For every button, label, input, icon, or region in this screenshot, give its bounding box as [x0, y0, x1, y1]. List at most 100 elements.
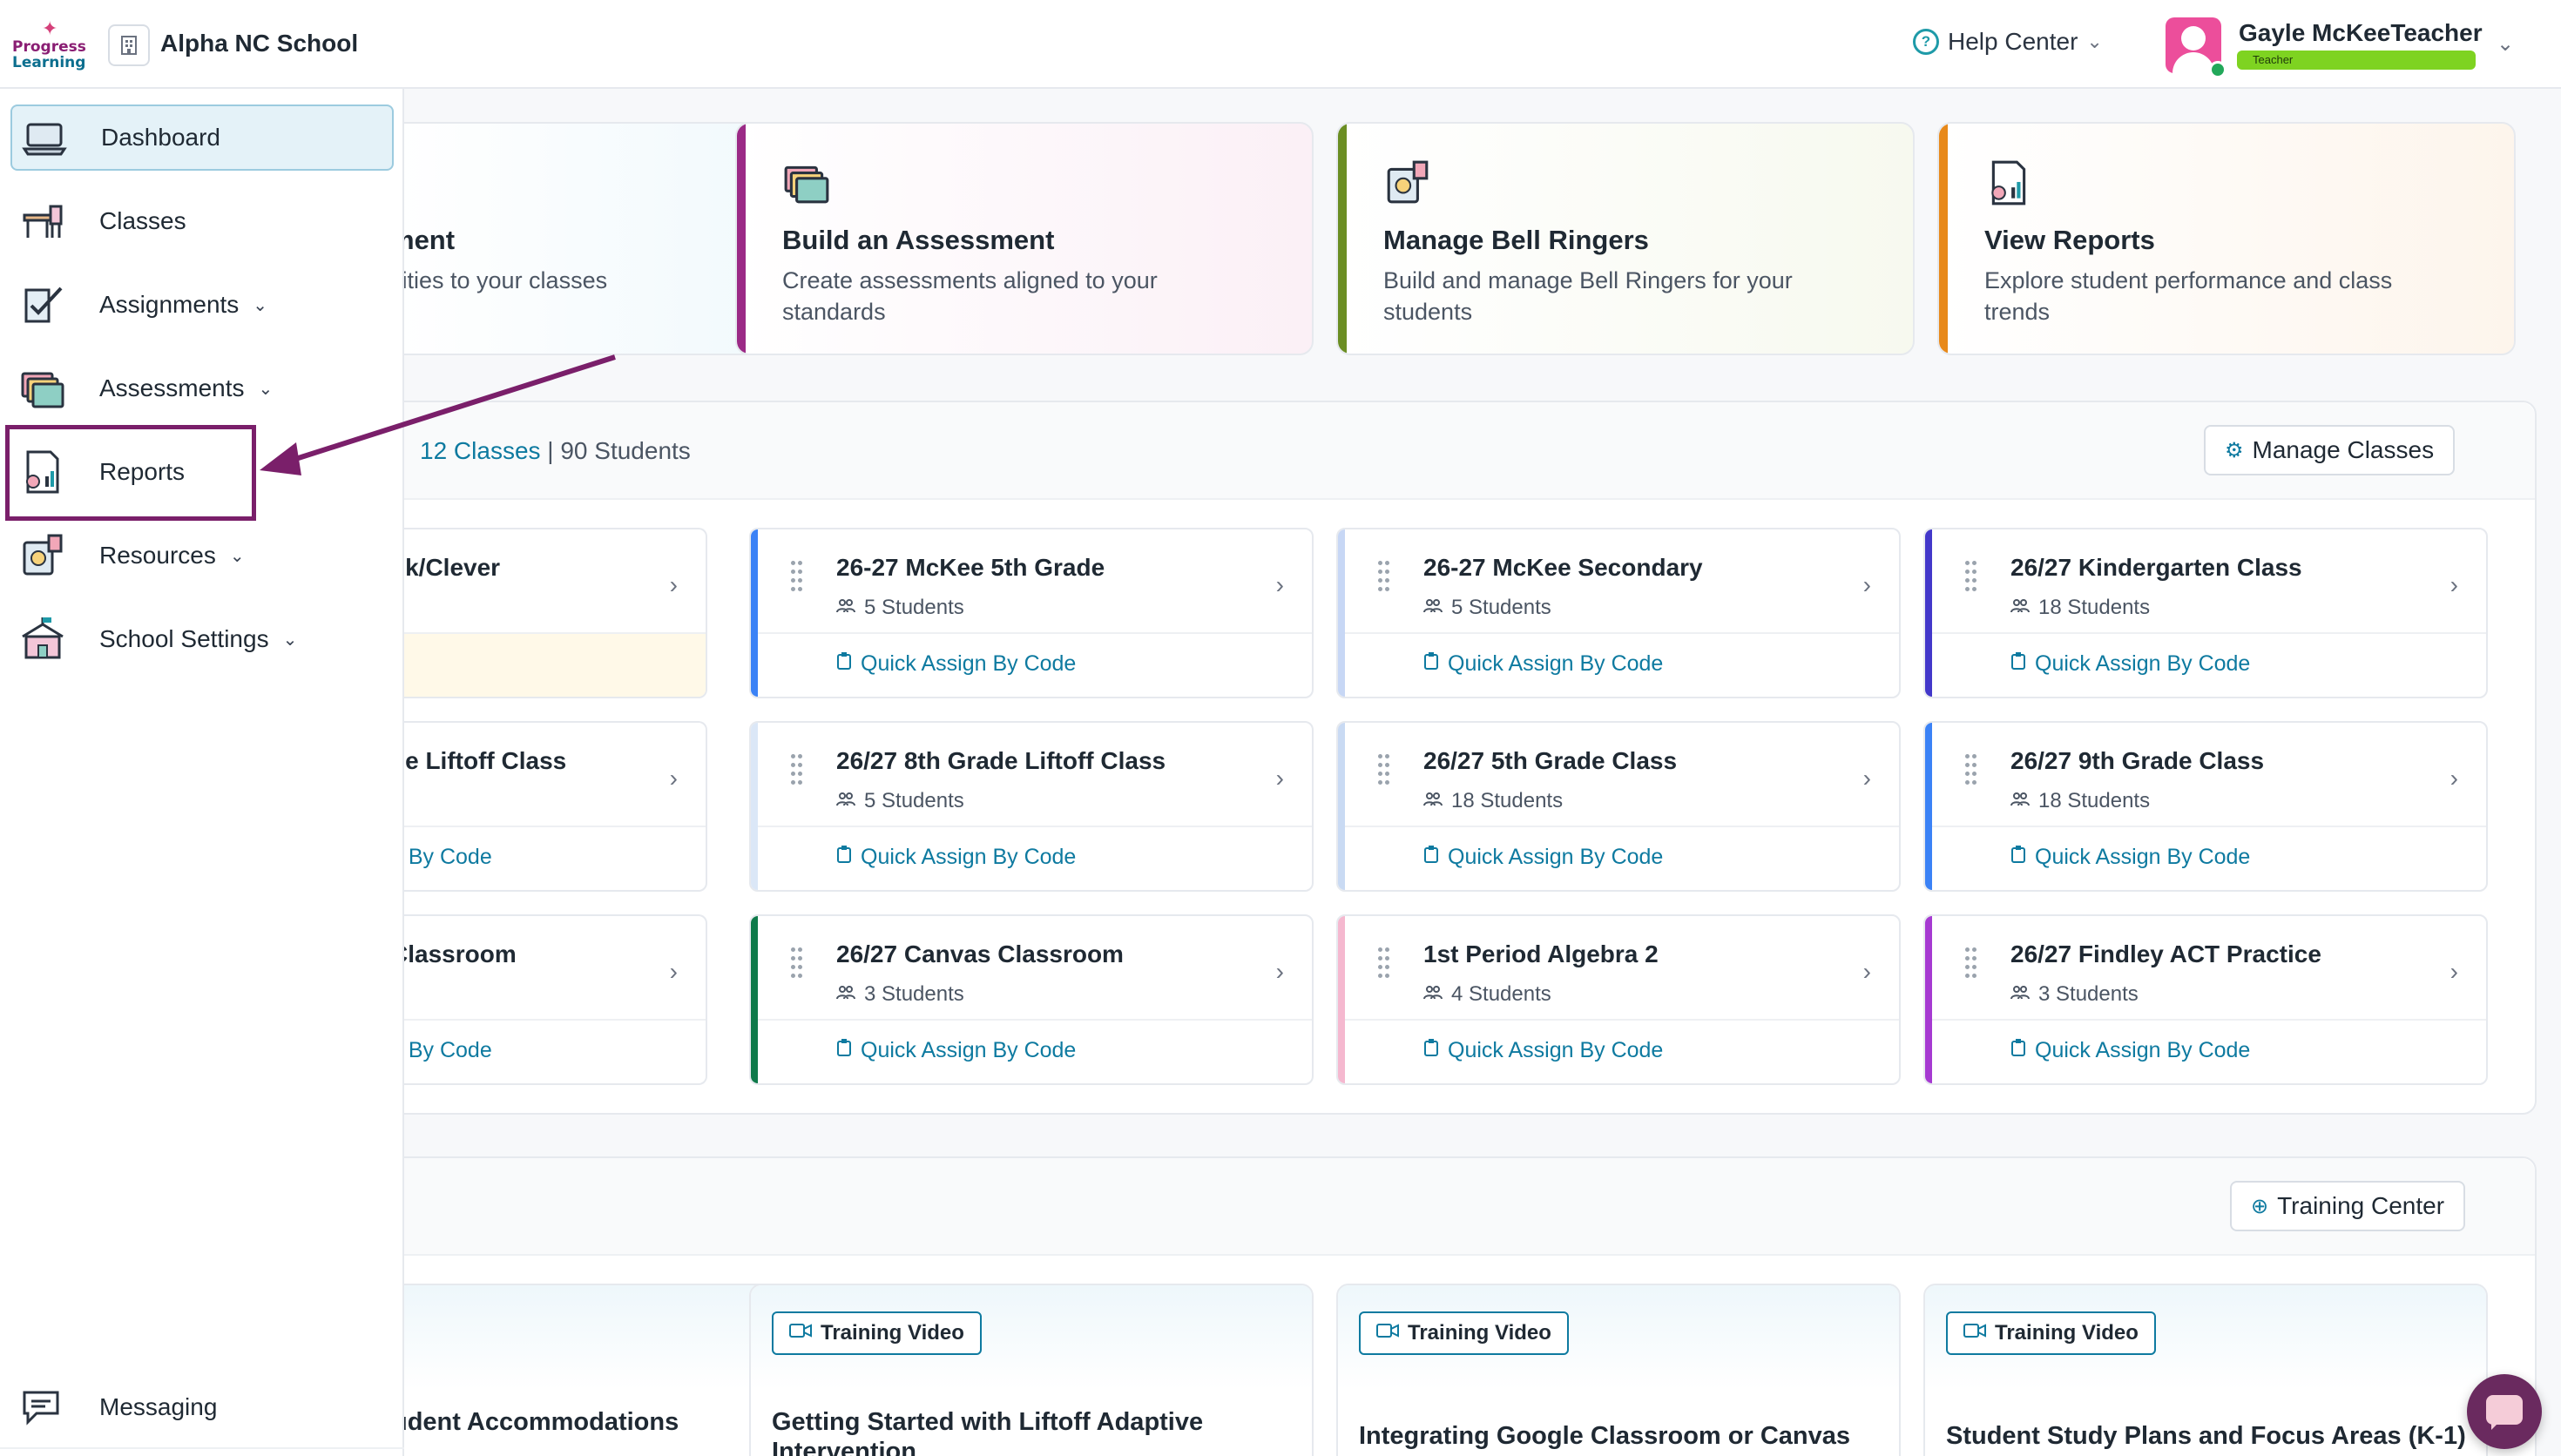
quick-card-build-assessment[interactable]: Build an Assessment Create assessments a… — [735, 122, 1314, 355]
class-card[interactable]: 26/27 Kindergarten Class 18 Students › Quic… — [1923, 528, 2488, 698]
student-count: 5 Students — [1423, 596, 1551, 620]
class-card[interactable]: 26/27 8th Grade Liftoff Class 5 Students ›… — [749, 721, 1314, 892]
clipboard-icon — [1423, 1038, 1439, 1063]
sidebar-item-dashboard[interactable]: Dashboard — [10, 104, 394, 171]
quick-assign-link[interactable]: Quick Assign By Code — [2010, 1038, 2250, 1063]
drag-handle-icon[interactable] — [1378, 561, 1390, 592]
class-name: 1st Period Algebra 2 — [1423, 940, 1659, 967]
manage-classes-button[interactable]: ⚙ Manage Classes — [2204, 425, 2456, 475]
student-count-text: 18 Students — [1451, 789, 1564, 812]
help-center-dropdown[interactable]: ? Help Center ⌄ — [1913, 28, 2103, 56]
student-count-text: 4 Students — [1451, 982, 1551, 1006]
quick-assign-link[interactable]: Quick Assign By Code — [836, 651, 1076, 677]
class-name: de Liftoff Class — [390, 747, 567, 774]
drag-handle-icon[interactable] — [791, 754, 803, 785]
classes-section-header: 12 Classes | 90 Students ⚙ Manage Classe… — [392, 402, 2535, 500]
training-card-liftoff[interactable]: Training Video Getting Started with Lift… — [749, 1284, 1314, 1456]
chevron-down-icon: ⌄ — [2497, 32, 2515, 56]
clipboard-icon — [2010, 1038, 2026, 1063]
chevron-right-icon: › — [669, 958, 678, 985]
sidebar-item-label: Resources — [99, 542, 216, 569]
quick-assign-link[interactable]: Quick Assign By Code — [1423, 651, 1663, 677]
class-name: 26/27 8th Grade Liftoff Class — [836, 747, 1166, 774]
quick-assign-link[interactable]: Quick Assign By Code — [2010, 845, 2250, 870]
training-center-label: Training Center — [2277, 1192, 2445, 1219]
training-card-google-classroom[interactable]: Training Video Integrating Google Classr… — [1336, 1284, 1901, 1456]
school-building-icon — [19, 616, 66, 663]
video-camera-icon — [1963, 1321, 1986, 1345]
student-count: 3 Students — [836, 982, 964, 1007]
class-card[interactable]: 26/27 Findley ACT Practice 3 Students › Qui… — [1923, 914, 2488, 1085]
quick-assign-link[interactable]: n By Code — [390, 845, 492, 870]
quick-card-title: Manage Bell Ringers — [1383, 225, 1649, 255]
quick-assign-link[interactable]: Quick Assign By Code — [1423, 1038, 1663, 1063]
chat-icon — [19, 1384, 66, 1431]
chevron-right-icon: › — [1862, 571, 1871, 598]
chevron-right-icon: › — [669, 571, 678, 598]
help-circle-icon: ? — [1913, 29, 1939, 55]
class-card[interactable]: Classroom › n By Code — [390, 914, 707, 1085]
quick-card-bell-ringers[interactable]: Manage Bell Ringers Build and manage Bel… — [1336, 122, 1915, 355]
class-card[interactable]: 26/27 5th Grade Class 18 Students › Quick A… — [1336, 721, 1901, 892]
student-count-text: 3 Students — [2038, 982, 2139, 1006]
quick-assign-link[interactable]: Quick Assign By Code — [1423, 845, 1663, 870]
class-name: 26-27 McKee 5th Grade — [836, 554, 1105, 581]
quick-assign-label: Quick Assign By Code — [2035, 845, 2251, 869]
sidebar-item-label: Classes — [99, 207, 186, 234]
class-card[interactable]: 26/27 Canvas Classroom 3 Students › Quick A… — [749, 914, 1314, 1085]
quick-assign-link[interactable]: Quick Assign By Code — [836, 1038, 1076, 1063]
sidebar-item-school-settings[interactable]: School Settings ⌄ — [10, 606, 394, 672]
drag-handle-icon[interactable] — [1378, 947, 1390, 979]
quick-assign-link[interactable]: Quick Assign By Code — [836, 845, 1076, 870]
messaging-label: Messaging — [99, 1393, 218, 1420]
class-card[interactable]: de Liftoff Class › n By Code — [390, 721, 707, 892]
gear-icon: ⚙ — [2225, 438, 2244, 462]
drag-handle-icon[interactable] — [791, 947, 803, 979]
clipboard-check-icon — [19, 281, 66, 328]
quick-card-view-reports[interactable]: View Reports Explore student performance… — [1937, 122, 2516, 355]
drag-handle-icon[interactable] — [1965, 561, 1977, 592]
progress-learning-logo[interactable]: ✦ Progress Learning — [12, 17, 86, 71]
school-building-icon — [108, 24, 150, 66]
quick-assign-label: Quick Assign By Code — [861, 845, 1077, 869]
sidebar-item-messaging[interactable]: Messaging — [10, 1376, 394, 1439]
classes-count-link[interactable]: 12 Classes — [420, 437, 541, 464]
drag-handle-icon[interactable] — [791, 561, 803, 592]
chat-widget-button[interactable] — [2467, 1374, 2542, 1449]
sidebar-item-resources[interactable]: Resources ⌄ — [10, 522, 394, 589]
reports-highlight-box — [5, 425, 256, 521]
students-count: | 90 Students — [540, 437, 691, 464]
class-count: 12 Classes | 90 Students — [420, 437, 691, 465]
drag-handle-icon[interactable] — [1378, 754, 1390, 785]
globe-icon: ⊕ — [2251, 1194, 2269, 1218]
role-badge: Teacher — [2237, 51, 2476, 70]
class-name: Classroom — [390, 940, 517, 967]
sidebar-item-classes[interactable]: Classes — [10, 188, 394, 254]
class-card[interactable]: 26/27 9th Grade Class 18 Students › Quick A… — [1923, 721, 2488, 892]
training-center-button[interactable]: ⊕ Training Center — [2230, 1181, 2466, 1231]
quick-assign-label: Quick Assign By Code — [861, 651, 1077, 676]
training-card-study-plans[interactable]: Training Video Student Study Plans and F… — [1923, 1284, 2488, 1456]
class-card[interactable]: 26-27 McKee Secondary 5 Students › Quick As… — [1336, 528, 1901, 698]
folders-icon — [19, 365, 66, 412]
help-center-label: Help Center — [1948, 28, 2078, 55]
quick-assign-label: n By Code — [390, 1038, 492, 1062]
quick-assign-link[interactable]: n By Code — [390, 1038, 492, 1063]
class-name: 26-27 McKee Secondary — [1423, 554, 1703, 581]
student-count: 3 Students — [2010, 982, 2139, 1007]
sidebar-item-assignments[interactable]: Assignments ⌄ — [10, 272, 394, 338]
sidebar-item-assessments[interactable]: Assessments ⌄ — [10, 355, 394, 421]
quick-assign-link[interactable]: Quick Assign By Code — [2010, 651, 2250, 677]
class-card[interactable]: 1st Period Algebra 2 4 Students › Quick Ass… — [1336, 914, 1901, 1085]
drag-handle-icon[interactable] — [1965, 754, 1977, 785]
user-menu[interactable]: Gayle McKeeTeacher Teacher ⌄ — [2164, 14, 2530, 78]
class-card[interactable]: nk/Clever›s — [390, 528, 707, 698]
school-name[interactable]: Alpha NC School — [160, 30, 358, 57]
students-icon — [836, 596, 855, 620]
clipboard-icon — [836, 845, 852, 870]
student-count: 18 Students — [1423, 789, 1563, 813]
student-count-text: 18 Students — [2038, 596, 2151, 619]
sidebar-item-label: Assessments — [99, 374, 245, 401]
class-card[interactable]: 26-27 McKee 5th Grade 5 Students › Quick As… — [749, 528, 1314, 698]
drag-handle-icon[interactable] — [1965, 947, 1977, 979]
